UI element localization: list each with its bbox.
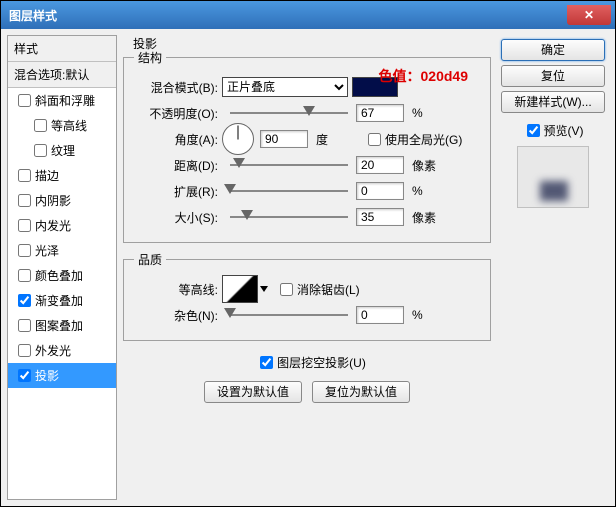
spread-label: 扩展(R): xyxy=(134,183,222,200)
angle-unit: 度 xyxy=(316,131,356,148)
ok-button[interactable]: 确定 xyxy=(501,39,605,61)
sidebar-item[interactable]: 图案叠加 xyxy=(8,313,116,338)
global-light-label: 使用全局光(G) xyxy=(385,131,462,148)
sidebar-item-checkbox[interactable] xyxy=(18,194,31,207)
knockout-label: 图层挖空投影(U) xyxy=(277,354,366,371)
antialias-checkbox-wrap[interactable]: 消除锯齿(L) xyxy=(276,280,360,299)
sidebar-item[interactable]: 颜色叠加 xyxy=(8,263,116,288)
layer-style-dialog: 图层样式 ✕ 样式 混合选项:默认 斜面和浮雕等高线纹理描边内阴影内发光光泽颜色… xyxy=(0,0,616,507)
sidebar-item-label: 纹理 xyxy=(51,142,75,159)
noise-label: 杂色(N): xyxy=(134,307,222,324)
sidebar-header: 样式 xyxy=(8,36,116,62)
sidebar-item[interactable]: 光泽 xyxy=(8,238,116,263)
blend-mode-select[interactable]: 正片叠底 xyxy=(222,77,348,97)
spread-input[interactable]: 0 xyxy=(356,182,404,200)
angle-input[interactable]: 90 xyxy=(260,130,308,148)
sidebar-item-checkbox[interactable] xyxy=(18,294,31,307)
cancel-button[interactable]: 复位 xyxy=(501,65,605,87)
sidebar-item-label: 外发光 xyxy=(35,342,71,359)
sidebar-item-checkbox[interactable] xyxy=(18,369,31,382)
sidebar-blend-options[interactable]: 混合选项:默认 xyxy=(8,62,116,88)
sidebar-item-checkbox[interactable] xyxy=(18,244,31,257)
global-light-checkbox-wrap[interactable]: 使用全局光(G) xyxy=(364,130,462,149)
knockout-checkbox[interactable] xyxy=(260,356,273,369)
make-default-button[interactable]: 设置为默认值 xyxy=(204,381,302,403)
sidebar-item[interactable]: 斜面和浮雕 xyxy=(8,88,116,113)
sidebar-item-checkbox[interactable] xyxy=(18,219,31,232)
structure-legend: 结构 xyxy=(134,49,166,66)
sidebar-item-checkbox[interactable] xyxy=(18,94,31,107)
distance-input[interactable]: 20 xyxy=(356,156,404,174)
sidebar-item-checkbox[interactable] xyxy=(18,319,31,332)
preview-checkbox[interactable] xyxy=(527,124,540,137)
color-annotation: 色值：020d49 xyxy=(379,66,468,86)
opacity-label: 不透明度(O): xyxy=(134,105,222,122)
noise-slider[interactable] xyxy=(230,306,348,324)
noise-unit: % xyxy=(412,308,452,322)
size-slider[interactable] xyxy=(230,208,348,226)
sidebar-item-checkbox[interactable] xyxy=(34,119,47,132)
sidebar-item[interactable]: 纹理 xyxy=(8,138,116,163)
sidebar-item-checkbox[interactable] xyxy=(18,169,31,182)
opacity-unit: % xyxy=(412,106,452,120)
contour-picker[interactable] xyxy=(222,275,258,303)
spread-unit: % xyxy=(412,184,452,198)
sidebar-item[interactable]: 等高线 xyxy=(8,113,116,138)
distance-label: 距离(D): xyxy=(134,157,222,174)
angle-label: 角度(A): xyxy=(134,131,222,148)
preview-shadow-icon xyxy=(540,181,568,201)
contour-dropdown-icon[interactable] xyxy=(260,286,268,292)
angle-dial[interactable] xyxy=(222,123,254,155)
sidebar-item-checkbox[interactable] xyxy=(18,344,31,357)
distance-unit: 像素 xyxy=(412,157,452,174)
size-input[interactable]: 35 xyxy=(356,208,404,226)
preview-thumbnail xyxy=(517,146,589,208)
spread-slider[interactable] xyxy=(230,182,348,200)
sidebar-item-label: 颜色叠加 xyxy=(35,267,83,284)
close-button[interactable]: ✕ xyxy=(567,5,611,25)
right-column: 确定 复位 新建样式(W)... 预览(V) xyxy=(497,35,609,500)
dialog-body: 样式 混合选项:默认 斜面和浮雕等高线纹理描边内阴影内发光光泽颜色叠加渐变叠加图… xyxy=(5,33,611,502)
main-panel: 投影 结构 色值：020d49 混合模式(B): 正片叠底 不透明度(O): xyxy=(123,35,491,500)
antialias-label: 消除锯齿(L) xyxy=(297,281,360,298)
titlebar: 图层样式 ✕ xyxy=(1,1,615,29)
quality-group: 品质 等高线: 消除锯齿(L) 杂色(N): 0 xyxy=(123,251,491,341)
sidebar-item-checkbox[interactable] xyxy=(18,269,31,282)
opacity-slider[interactable] xyxy=(230,104,348,122)
distance-slider[interactable] xyxy=(230,156,348,174)
sidebar-item[interactable]: 渐变叠加 xyxy=(8,288,116,313)
antialias-checkbox[interactable] xyxy=(280,283,293,296)
sidebar-item-label: 斜面和浮雕 xyxy=(35,92,95,109)
opacity-input[interactable]: 67 xyxy=(356,104,404,122)
sidebar-item-label: 投影 xyxy=(35,367,59,384)
sidebar-item-label: 等高线 xyxy=(51,117,87,134)
structure-group: 结构 色值：020d49 混合模式(B): 正片叠底 不透明度(O): 67 % xyxy=(123,49,491,243)
size-label: 大小(S): xyxy=(134,209,222,226)
window-title: 图层样式 xyxy=(9,7,57,24)
sidebar-item[interactable]: 描边 xyxy=(8,163,116,188)
noise-input[interactable]: 0 xyxy=(356,306,404,324)
sidebar-item-label: 内发光 xyxy=(35,217,71,234)
sidebar-item-label: 光泽 xyxy=(35,242,59,259)
new-style-button[interactable]: 新建样式(W)... xyxy=(501,91,605,113)
reset-default-button[interactable]: 复位为默认值 xyxy=(312,381,410,403)
sidebar-item[interactable]: 内阴影 xyxy=(8,188,116,213)
sidebar-item-label: 内阴影 xyxy=(35,192,71,209)
knockout-checkbox-wrap[interactable]: 图层挖空投影(U) xyxy=(256,353,366,372)
size-unit: 像素 xyxy=(412,209,452,226)
sidebar-item-label: 描边 xyxy=(35,167,59,184)
blend-mode-label: 混合模式(B): xyxy=(134,79,222,96)
sidebar-item-label: 图案叠加 xyxy=(35,317,83,334)
close-icon: ✕ xyxy=(584,8,594,22)
quality-legend: 品质 xyxy=(134,251,166,268)
styles-sidebar: 样式 混合选项:默认 斜面和浮雕等高线纹理描边内阴影内发光光泽颜色叠加渐变叠加图… xyxy=(7,35,117,500)
sidebar-item[interactable]: 投影 xyxy=(8,363,116,388)
preview-label: 预览(V) xyxy=(544,122,584,139)
sidebar-item-label: 渐变叠加 xyxy=(35,292,83,309)
contour-label: 等高线: xyxy=(134,281,222,298)
sidebar-item[interactable]: 外发光 xyxy=(8,338,116,363)
sidebar-item[interactable]: 内发光 xyxy=(8,213,116,238)
global-light-checkbox[interactable] xyxy=(368,133,381,146)
sidebar-item-checkbox[interactable] xyxy=(34,144,47,157)
